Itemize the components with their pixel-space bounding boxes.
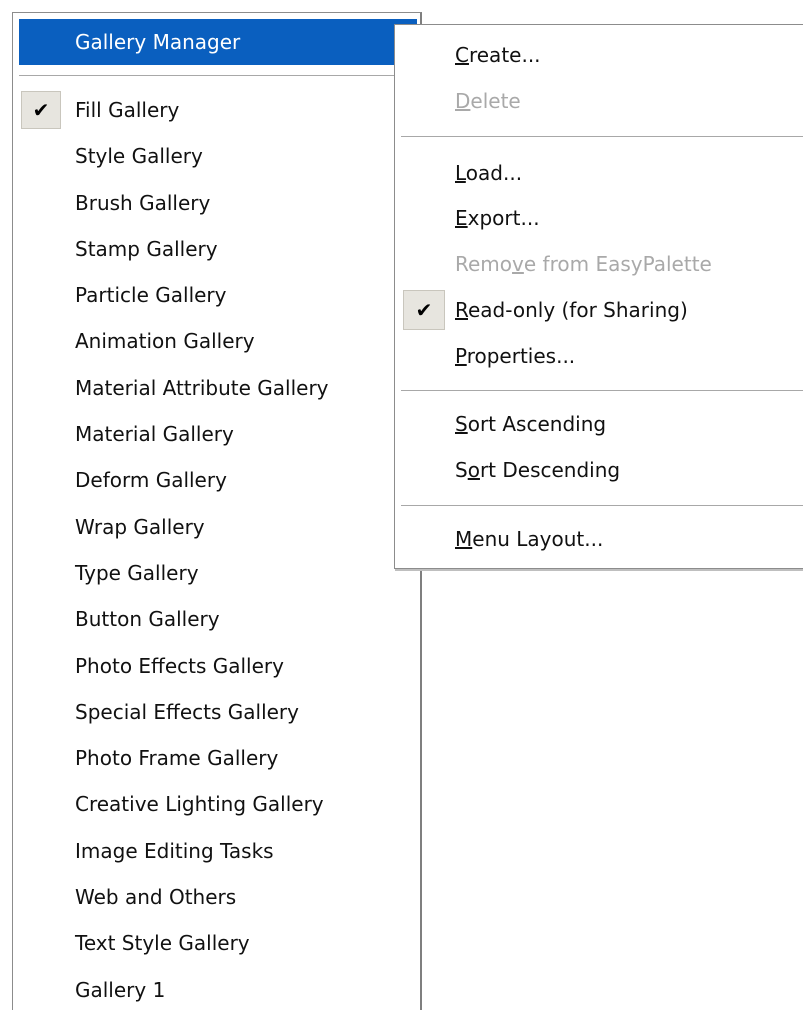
mnemonic: D	[455, 89, 471, 113]
gallery-manager-label: Gallery Manager	[75, 30, 241, 54]
delete-menu-item: Delete	[455, 89, 521, 113]
mnemonic: E	[455, 206, 468, 230]
mnemonic: o	[467, 458, 480, 482]
gallery-menu: Gallery Manager ✔ Fill Gallery Style Gal…	[12, 12, 422, 1010]
mnemonic: L	[455, 161, 466, 185]
gallery-item-brush[interactable]: Brush Gallery	[19, 180, 417, 226]
create-menu-item[interactable]: Create...	[395, 32, 803, 78]
gallery-item-image-editing-tasks[interactable]: Image Editing Tasks	[19, 828, 417, 874]
gallery-item-material-attribute[interactable]: Material Attribute Gallery	[19, 365, 417, 411]
gallery-item-label: Button Gallery	[75, 607, 220, 632]
mnemonic: M	[455, 527, 473, 551]
gallery-item-creative-lighting[interactable]: Creative Lighting Gallery	[19, 781, 417, 827]
gallery-item-label: Photo Frame Gallery	[75, 746, 279, 771]
mnemonic: S	[455, 412, 468, 436]
menu-separator	[401, 390, 803, 392]
mnemonic: v	[512, 252, 524, 276]
mnemonic: P	[455, 344, 467, 368]
gallery-item-type[interactable]: Type Gallery	[19, 550, 417, 596]
mnemonic: C	[455, 43, 469, 67]
gallery-item-button[interactable]: Button Gallery	[19, 596, 417, 642]
gallery-item-style[interactable]: Style Gallery	[19, 133, 417, 179]
gallery-item-label: Animation Gallery	[75, 329, 255, 354]
gallery-item-label: Gallery 1	[75, 977, 166, 1002]
remove-from-easypalette-menu-item: Remove from EasyPalette	[455, 252, 712, 276]
gallery-item-label: Brush Gallery	[75, 190, 211, 215]
gallery-item-fill[interactable]: ✔ Fill Gallery	[19, 87, 417, 133]
gallery-item-label: Type Gallery	[75, 560, 199, 585]
check-icon: ✔	[403, 290, 445, 330]
gallery-item-particle[interactable]: Particle Gallery	[19, 272, 417, 318]
gallery-item-material[interactable]: Material Gallery	[19, 411, 417, 457]
gallery-item-label: Creative Lighting Gallery	[75, 792, 324, 817]
gallery-item-stamp[interactable]: Stamp Gallery	[19, 226, 417, 272]
gallery-item-label: Web and Others	[75, 885, 237, 910]
gallery-item-special-effects[interactable]: Special Effects Gallery	[19, 689, 417, 735]
menu-separator	[401, 136, 803, 138]
gallery-item-deform[interactable]: Deform Gallery	[19, 457, 417, 503]
gallery-item-gallery-1[interactable]: Gallery 1	[19, 967, 417, 1012]
gallery-item-label: Image Editing Tasks	[75, 838, 274, 863]
gallery-manager-submenu: Create... Delete Load... Export... Remov…	[394, 24, 803, 569]
gallery-item-label: Style Gallery	[75, 144, 203, 169]
gallery-list: ✔ Fill Gallery Style Gallery Brush Galle…	[19, 87, 417, 1012]
mnemonic: R	[455, 298, 468, 322]
load-menu-item[interactable]: Load...	[395, 150, 803, 196]
gallery-item-label: Photo Effects Gallery	[75, 653, 284, 678]
menu-separator	[19, 75, 417, 77]
sort-ascending-menu-item[interactable]: Sort Ascending	[395, 401, 803, 447]
gallery-item-web-and-others[interactable]: Web and Others	[19, 874, 417, 920]
gallery-item-label: Deform Gallery	[75, 468, 227, 493]
check-icon: ✔	[21, 91, 61, 129]
gallery-item-text-style[interactable]: Text Style Gallery	[19, 920, 417, 966]
gallery-item-photo-frame[interactable]: Photo Frame Gallery	[19, 735, 417, 781]
gallery-item-label: Stamp Gallery	[75, 236, 218, 261]
gallery-item-label: Text Style Gallery	[75, 931, 250, 956]
sort-descending-menu-item[interactable]: Sort Descending	[395, 447, 803, 493]
menu-layout-menu-item[interactable]: Menu Layout...	[395, 516, 803, 562]
gallery-item-label: Wrap Gallery	[75, 514, 205, 539]
read-only-menu-item[interactable]: ✔ Read-only (for Sharing)	[395, 287, 803, 333]
menu-separator	[401, 505, 803, 507]
gallery-item-label: Material Attribute Gallery	[75, 375, 329, 400]
gallery-item-label: Fill Gallery	[75, 98, 180, 122]
gallery-item-label: Special Effects Gallery	[75, 699, 299, 724]
gallery-item-photo-effects[interactable]: Photo Effects Gallery	[19, 643, 417, 689]
properties-menu-item[interactable]: Properties...	[395, 333, 803, 379]
export-menu-item[interactable]: Export...	[395, 195, 803, 241]
gallery-manager-item[interactable]: Gallery Manager	[19, 19, 417, 65]
gallery-item-label: Material Gallery	[75, 422, 234, 447]
gallery-item-animation[interactable]: Animation Gallery	[19, 318, 417, 364]
gallery-item-wrap[interactable]: Wrap Gallery	[19, 504, 417, 550]
gallery-item-label: Particle Gallery	[75, 283, 227, 308]
